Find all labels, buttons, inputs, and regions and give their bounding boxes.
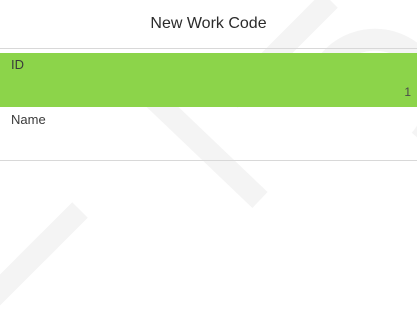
page-title-bar: New Work Code	[0, 0, 417, 49]
watermark-stroke	[0, 202, 88, 306]
device-screen: New Work Code ID 1 Name	[0, 0, 417, 321]
page-title: New Work Code	[150, 15, 267, 32]
field-value-id: 1	[404, 85, 411, 99]
field-label-name: Name	[11, 112, 46, 127]
field-row-name[interactable]: Name	[0, 108, 417, 161]
field-row-id[interactable]: ID 1	[0, 53, 417, 107]
field-label-id: ID	[11, 57, 24, 72]
